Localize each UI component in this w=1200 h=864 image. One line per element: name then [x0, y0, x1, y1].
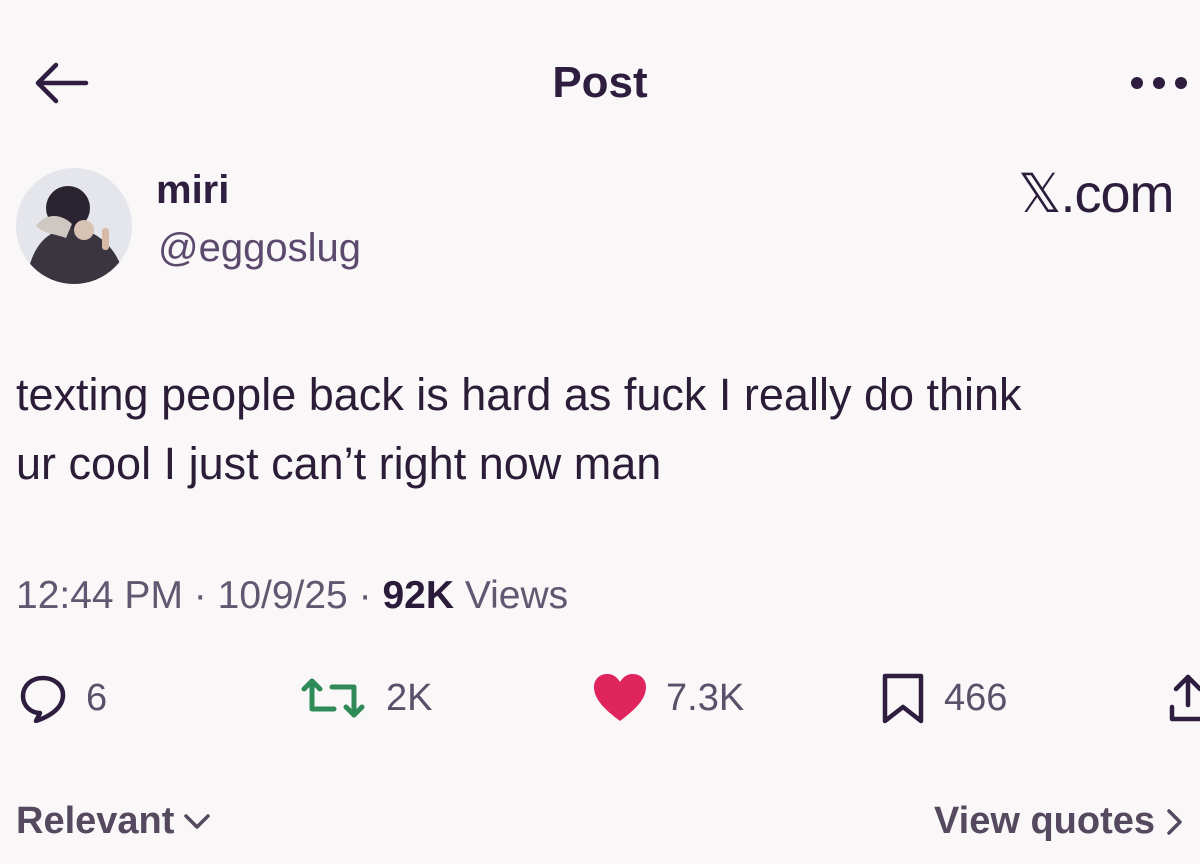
brand-watermark: 𝕏.com — [1018, 164, 1175, 224]
page-title: Post — [552, 58, 648, 107]
view-quotes-link[interactable]: View quotes — [934, 800, 1185, 843]
meta-separator: · — [193, 574, 207, 617]
avatar[interactable] — [16, 168, 132, 284]
chevron-down-icon — [184, 813, 211, 829]
author-handle[interactable]: @eggoslug — [158, 226, 361, 271]
chevron-right-icon — [1167, 808, 1182, 835]
repost-icon — [301, 678, 365, 718]
like-count: 7.3K — [666, 676, 745, 719]
repost-count: 2K — [386, 676, 433, 719]
bookmark-icon — [882, 673, 924, 724]
avatar-photo — [16, 168, 132, 284]
sort-label: Relevant — [16, 800, 175, 842]
share-icon — [1169, 674, 1200, 722]
share-button[interactable] — [1166, 670, 1200, 726]
sort-dropdown[interactable]: Relevant — [16, 800, 212, 843]
repost-button[interactable]: 2K — [298, 670, 432, 726]
post-text: texting people back is hard as fuck I re… — [16, 369, 1022, 489]
more-button[interactable] — [1128, 72, 1190, 94]
heart-icon — [594, 674, 646, 721]
more-horizontal-icon — [1131, 77, 1187, 89]
author-name[interactable]: miri — [156, 168, 229, 213]
reply-count: 6 — [86, 676, 108, 719]
post-time[interactable]: 12:44 PM — [16, 574, 183, 617]
meta-separator: · — [358, 574, 372, 617]
reply-icon — [20, 675, 66, 723]
views-label: Views — [464, 574, 569, 617]
view-quotes-label: View quotes — [934, 800, 1156, 842]
bookmark-count: 466 — [944, 676, 1008, 719]
post-meta: 12:44 PM · 10/9/25 · 92K Views — [16, 574, 568, 618]
reply-button[interactable]: 6 — [18, 670, 107, 726]
views-count: 92K — [382, 574, 454, 617]
post-date[interactable]: 10/9/25 — [218, 574, 348, 617]
like-button[interactable]: 7.3K — [592, 670, 744, 726]
bookmark-button[interactable]: 466 — [880, 670, 1007, 726]
